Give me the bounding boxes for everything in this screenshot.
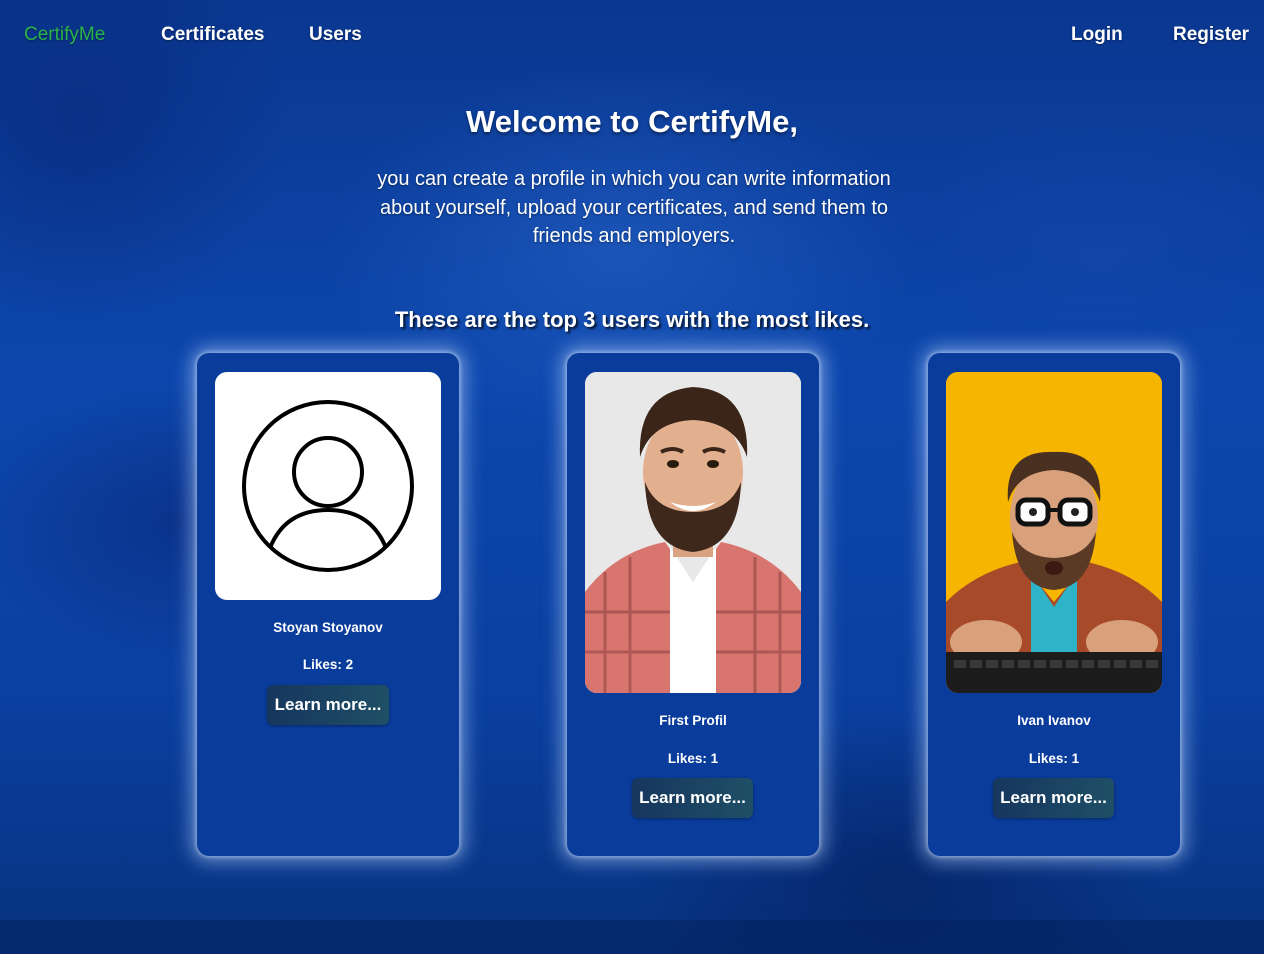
page-footer-strip: [0, 920, 1264, 954]
user-photo: [946, 372, 1162, 693]
nav-login-link[interactable]: Login: [1071, 24, 1123, 46]
user-likes: Likes: 1: [667, 751, 719, 766]
nav-certificates-link[interactable]: Certificates: [161, 24, 265, 46]
learn-more-button[interactable]: Learn more...: [267, 685, 389, 725]
user-card: First Profil Likes: 1 Learn more...: [567, 353, 819, 856]
user-card: Stoyan Stoyanov Likes: 2 Learn more...: [197, 353, 459, 856]
default-avatar-icon: [242, 400, 414, 572]
hero-title: Welcome to CertifyMe,: [466, 104, 798, 139]
hero-description: you can create a profile in which you ca…: [377, 168, 891, 247]
user-card: Ivan Ivanov Likes: 1 Learn more...: [928, 353, 1180, 856]
user-likes: Likes: 1: [1028, 751, 1080, 766]
nav-register-link[interactable]: Register: [1173, 24, 1249, 46]
navbar: CertifyMe Certificates Users Login Regis…: [0, 0, 1264, 72]
nav-users-link[interactable]: Users: [309, 24, 362, 46]
user-photo: [215, 372, 441, 600]
user-photo: [585, 372, 801, 693]
user-portrait-image: [946, 372, 1162, 693]
user-likes: Likes: 2: [302, 657, 354, 672]
user-name: Stoyan Stoyanov: [273, 620, 383, 635]
user-name: Ivan Ivanov: [1017, 713, 1091, 728]
learn-more-button[interactable]: Learn more...: [632, 778, 753, 818]
top-users-heading: These are the top 3 users with the most …: [394, 307, 870, 332]
brand-link[interactable]: CertifyMe: [24, 24, 105, 46]
learn-more-button[interactable]: Learn more...: [993, 778, 1114, 818]
user-portrait-image: [585, 372, 801, 693]
user-name: First Profil: [659, 713, 727, 728]
